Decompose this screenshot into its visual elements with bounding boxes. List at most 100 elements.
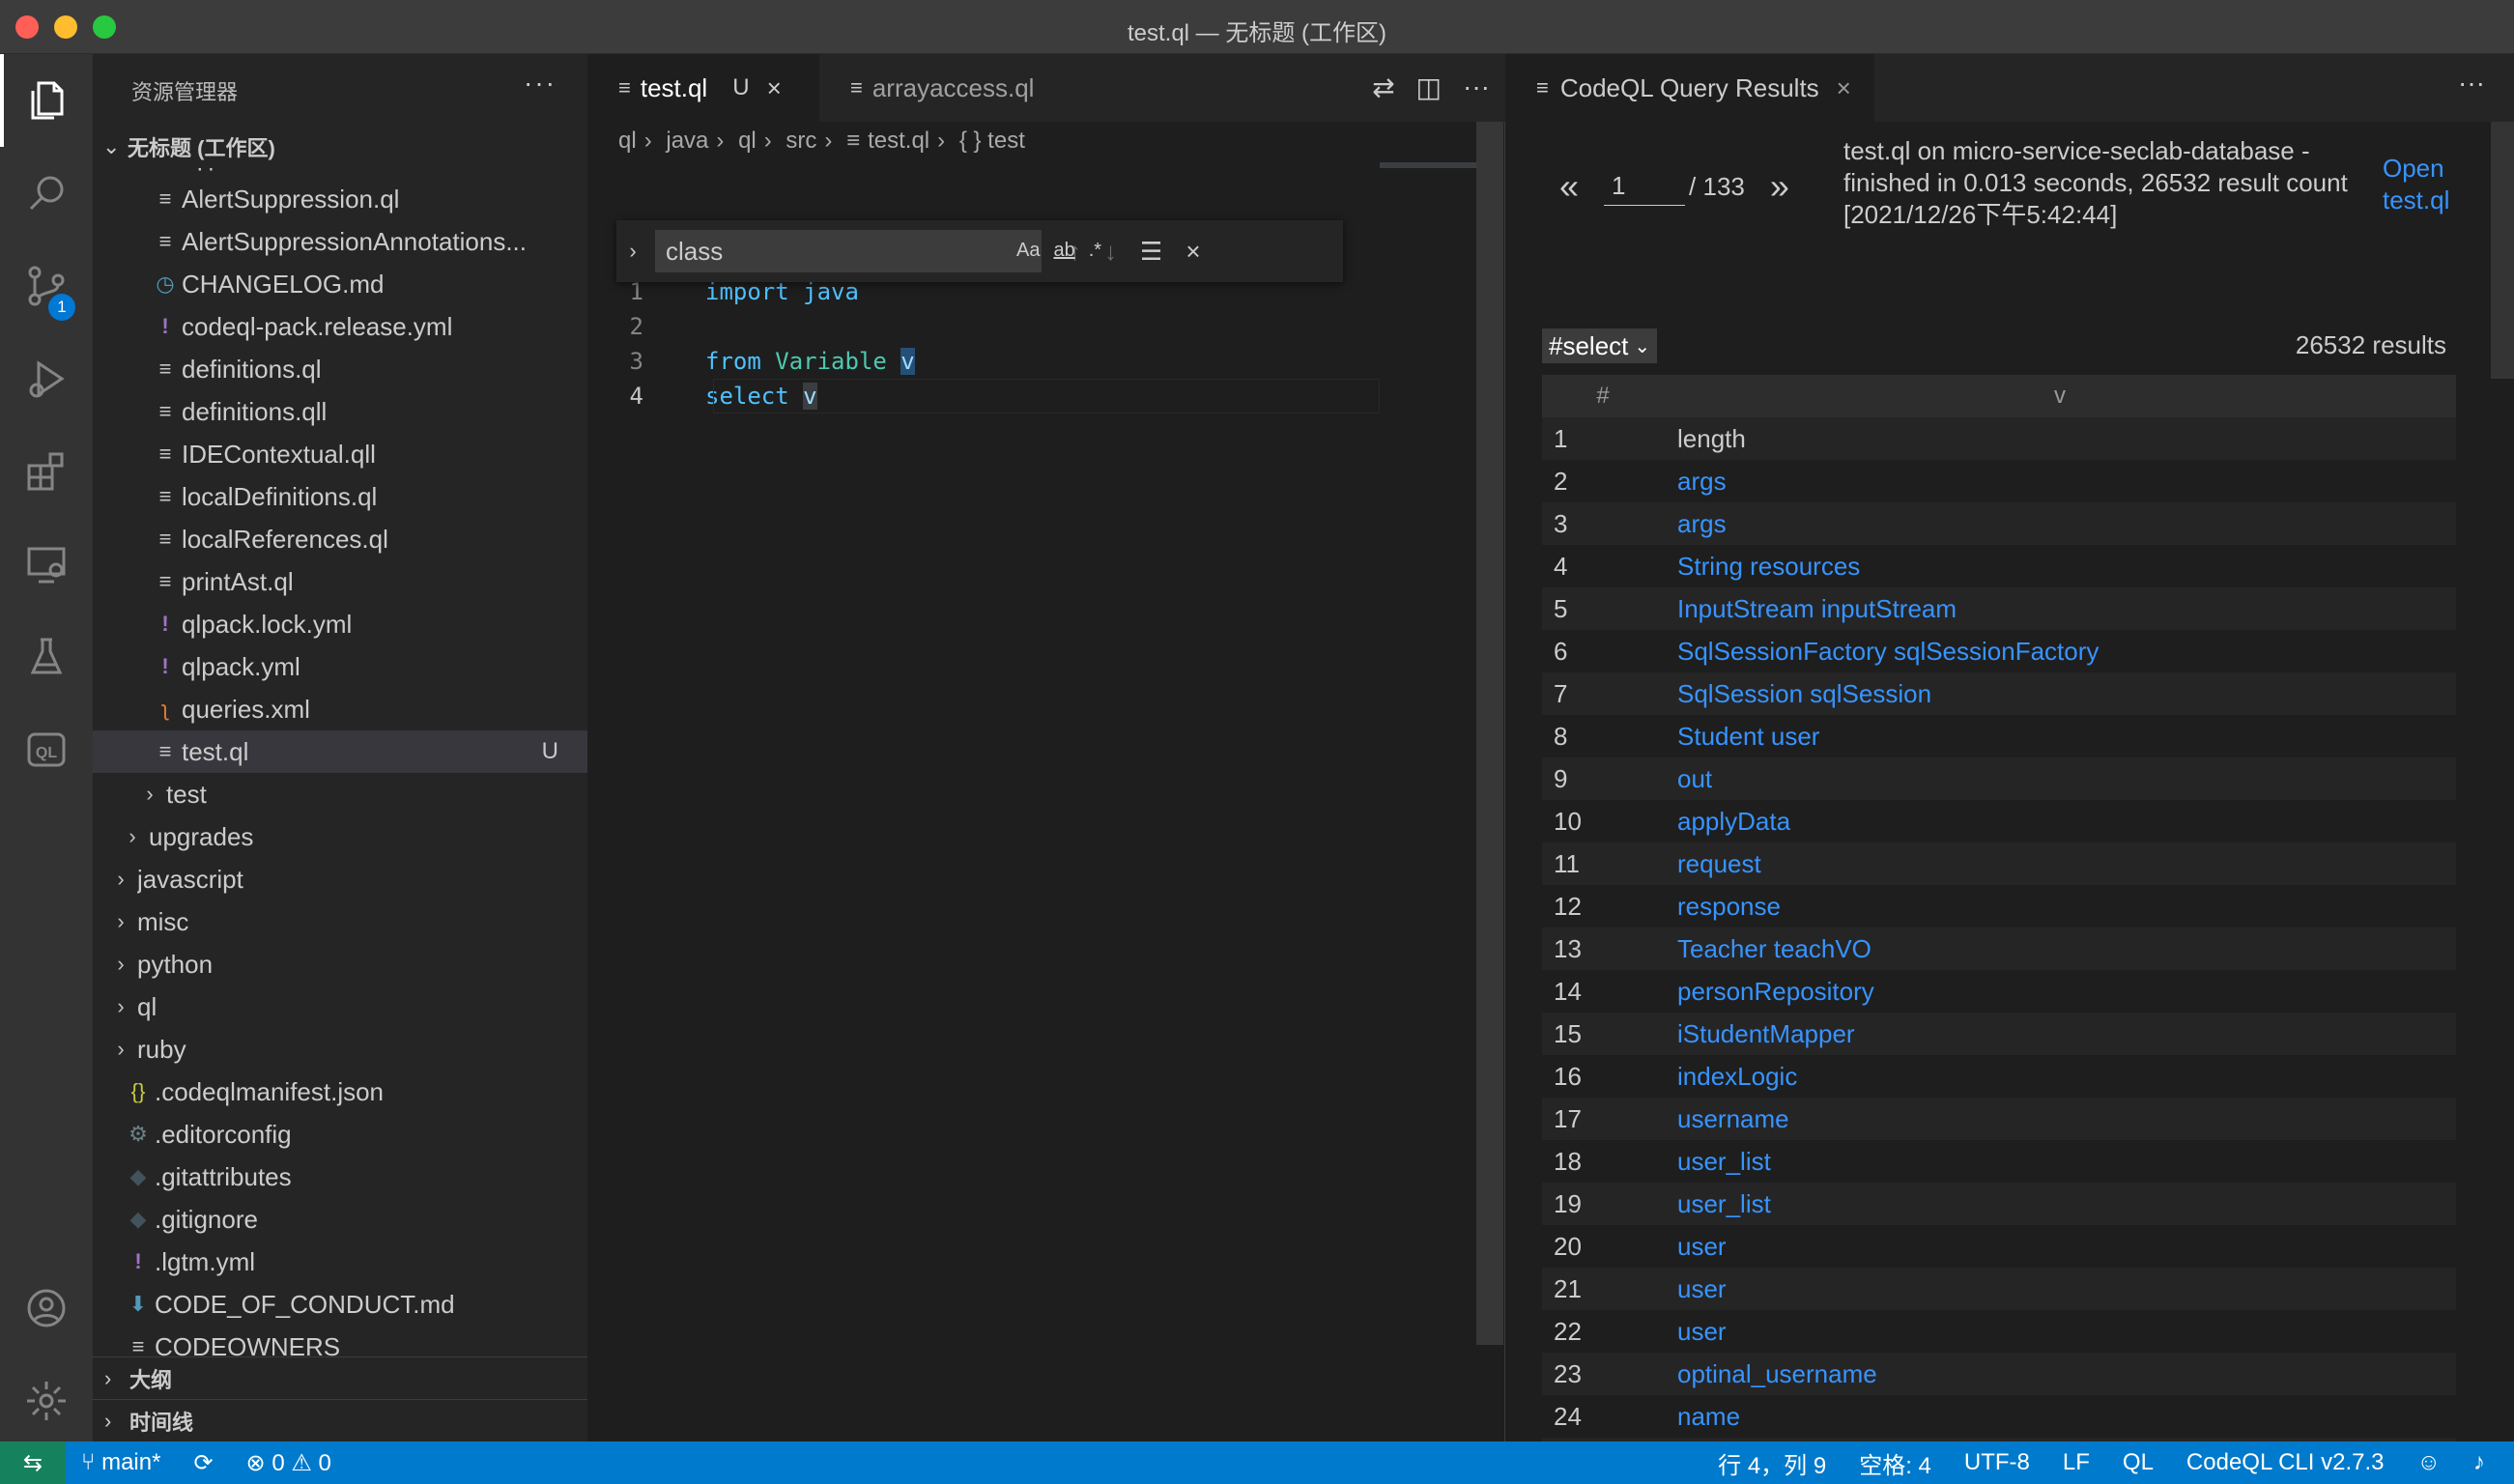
tree-file[interactable]: ! .lgtm.yml — [93, 1241, 587, 1283]
result-link[interactable]: applyData — [1677, 807, 2456, 837]
result-link[interactable]: iStudentMapper — [1677, 1019, 2456, 1049]
timeline-section[interactable]: › 时间线 — [93, 1399, 587, 1441]
search-activity[interactable] — [0, 147, 93, 240]
code-editor[interactable]: 1 import java 2 3 from Variable v 4 select v — [587, 274, 1505, 414]
breadcrumb-item[interactable]: test.ql — [868, 128, 929, 154]
feedback-icon[interactable]: ☺ — [2416, 1449, 2441, 1476]
testing-activity[interactable] — [0, 611, 93, 703]
result-link[interactable]: SqlSession sqlSession — [1677, 679, 2456, 709]
tree-folder[interactable]: › misc — [93, 900, 587, 943]
settings-activity[interactable] — [0, 1355, 93, 1447]
scrollbar-thumb[interactable] — [1476, 122, 1503, 1345]
find-input[interactable] — [655, 230, 1042, 272]
tree-file[interactable]: ≡ localDefinitions.ql — [93, 475, 587, 518]
breadcrumb-item[interactable]: { } test — [959, 128, 1025, 154]
result-link[interactable]: username — [1677, 1104, 2456, 1134]
more-actions-icon[interactable]: ··· — [1463, 71, 1490, 103]
match-case-icon[interactable]: Aa — [1016, 240, 1040, 262]
split-editor-icon[interactable]: ◫ — [1416, 71, 1442, 103]
outline-section[interactable]: › 大纲 — [93, 1356, 587, 1399]
remote-explorer-activity[interactable] — [0, 518, 93, 611]
tree-folder[interactable]: › ql — [93, 985, 587, 1028]
cursor-position[interactable]: 行 4，列 9 — [1718, 1446, 1826, 1480]
tree-file[interactable]: ◆ .gitattributes — [93, 1156, 587, 1198]
tree-file[interactable]: ≡ localReferences.ql — [93, 518, 587, 560]
explorer-more-button[interactable]: ··· — [524, 68, 557, 99]
remote-indicator[interactable]: ⇆ — [0, 1441, 66, 1484]
tree-file[interactable]: ! qlpack.lock.yml — [93, 603, 587, 645]
result-link[interactable]: user_list — [1677, 1147, 2456, 1177]
tree-file[interactable]: ≡ AlertSuppressionAnnotations... — [93, 220, 587, 263]
whole-word-icon[interactable]: ab — [1053, 240, 1074, 262]
bell-icon[interactable]: ♪ — [2473, 1449, 2485, 1476]
tree-folder[interactable]: › upgrades — [93, 815, 587, 858]
tree-file[interactable]: ≡ AlertSuppression.ql — [93, 178, 587, 220]
source-control-activity[interactable]: 1 — [0, 240, 93, 332]
result-link[interactable]: SqlSessionFactory sqlSessionFactory — [1677, 637, 2456, 667]
tab-arrayaccess-ql[interactable]: ≡ arrayaccess.ql — [819, 54, 1071, 122]
tab-test-ql[interactable]: ≡ test.ql U × — [587, 54, 819, 122]
result-link[interactable]: indexLogic — [1677, 1062, 2456, 1092]
tab-codeql-query-results[interactable]: ≡ CodeQL Query Results × — [1505, 54, 1874, 122]
tree-folder[interactable]: › javascript — [93, 858, 587, 900]
result-link[interactable]: user_list — [1677, 1189, 2456, 1219]
encoding-status[interactable]: UTF-8 — [1964, 1449, 2030, 1476]
close-icon[interactable]: × — [1837, 73, 1851, 103]
run-debug-activity[interactable] — [0, 332, 93, 425]
tree-file[interactable]: ◆ .gitignore — [93, 1198, 587, 1241]
codeql-activity[interactable]: QL — [0, 703, 93, 796]
result-link[interactable]: args — [1677, 467, 2456, 497]
find-in-selection-icon[interactable]: ☰ — [1140, 237, 1162, 267]
result-link[interactable]: String resources — [1677, 552, 2456, 582]
tree-file[interactable]: ! codeql-pack.release.yml — [93, 305, 587, 348]
results-scrollbar[interactable] — [2491, 122, 2514, 379]
branch-status[interactable]: ⑂ main* — [81, 1449, 160, 1476]
result-link[interactable]: personRepository — [1677, 977, 2456, 1007]
breadcrumb-item[interactable]: ql — [738, 128, 757, 154]
tree-file[interactable]: ≡ definitions.ql — [93, 348, 587, 390]
tree-file[interactable]: ≡ definitions.qll — [93, 390, 587, 433]
tree-file[interactable]: ⬇ CODE_OF_CONDUCT.md — [93, 1283, 587, 1326]
result-link[interactable]: request — [1677, 849, 2456, 879]
tree-file[interactable]: ʅ queries.xml — [93, 688, 587, 730]
indentation-status[interactable]: 空格: 4 — [1859, 1446, 1931, 1480]
tree-file[interactable]: ≡ IDEContextual.qll — [93, 433, 587, 475]
accounts-activity[interactable] — [0, 1262, 93, 1355]
eol-status[interactable]: LF — [2063, 1449, 2090, 1476]
regex-icon[interactable]: .* — [1089, 240, 1101, 262]
result-link[interactable]: args — [1677, 509, 2456, 539]
column-header-v[interactable]: v — [1664, 383, 2456, 410]
result-link[interactable]: Teacher teachVO — [1677, 934, 2456, 964]
prev-page-button[interactable]: « — [1559, 166, 1579, 207]
tree-file[interactable]: ≡.qlpath — [93, 168, 587, 178]
result-link[interactable]: Student user — [1677, 722, 2456, 752]
problems-status[interactable]: ⊗ 0 ⚠ 0 — [246, 1449, 331, 1477]
result-link[interactable]: out — [1677, 764, 2456, 794]
result-link[interactable]: response — [1677, 892, 2456, 922]
tree-file[interactable]: ◷ CHANGELOG.md — [93, 263, 587, 305]
tree-file[interactable]: ≡ test.ql U — [93, 730, 587, 773]
result-link[interactable]: InputStream inputStream — [1677, 594, 2456, 624]
breadcrumb-item[interactable]: ql — [618, 128, 637, 154]
tree-folder[interactable]: › test — [93, 773, 587, 815]
compare-changes-icon[interactable]: ⇄ — [1372, 71, 1394, 103]
result-link[interactable]: user — [1677, 1317, 2456, 1347]
next-page-button[interactable]: » — [1770, 166, 1789, 207]
sync-icon[interactable]: ⟳ — [193, 1449, 213, 1477]
result-set-select[interactable]: #select ⌄ — [1542, 328, 1658, 363]
codeql-cli-version[interactable]: CodeQL CLI v2.7.3 — [2186, 1449, 2385, 1476]
result-link[interactable]: user — [1677, 1232, 2456, 1262]
column-header-index[interactable]: # — [1542, 383, 1664, 410]
more-actions-icon[interactable]: ··· — [2458, 68, 2485, 99]
tree-file[interactable]: ⚙ .editorconfig — [93, 1113, 587, 1156]
tree-folder[interactable]: › python — [93, 943, 587, 985]
arrow-down-icon[interactable]: ↓ — [1104, 237, 1117, 267]
tree-folder[interactable]: › ruby — [93, 1028, 587, 1070]
tree-file[interactable]: ! qlpack.yml — [93, 645, 587, 688]
tree-file[interactable]: ≡ printAst.ql — [93, 560, 587, 603]
breadcrumb-item[interactable]: src — [786, 128, 816, 154]
result-link[interactable]: name — [1677, 1402, 2456, 1432]
open-query-link[interactable]: Open test.ql — [2383, 153, 2470, 216]
close-icon[interactable]: × — [767, 73, 782, 103]
result-link[interactable]: user — [1677, 1274, 2456, 1304]
